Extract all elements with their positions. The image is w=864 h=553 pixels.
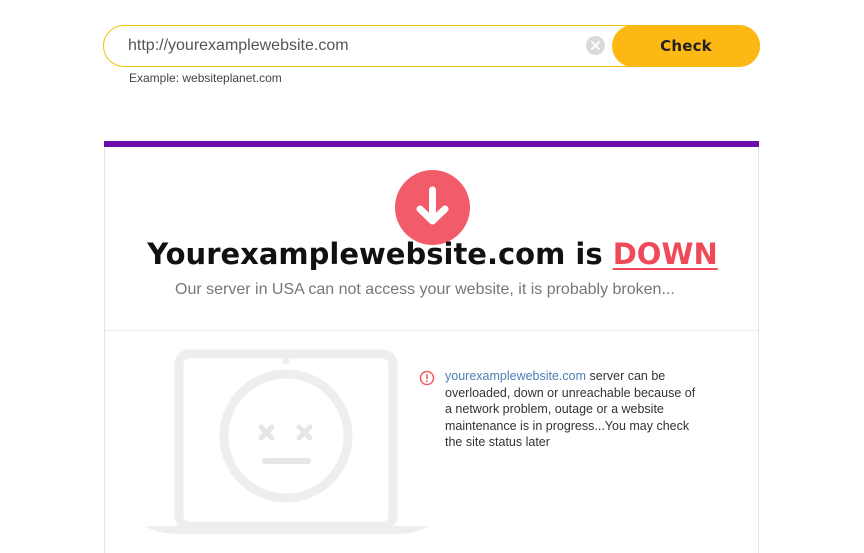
- arrow-down-icon: [416, 186, 449, 225]
- example-hint: Example: websiteplanet.com: [129, 71, 282, 85]
- status-subtitle: Our server in USA can not access your we…: [175, 281, 675, 298]
- check-button[interactable]: Check: [612, 25, 760, 67]
- close-icon: [591, 41, 600, 50]
- page: Check Example: websiteplanet.com Yourexa…: [0, 0, 864, 553]
- status-down-badge: [395, 170, 470, 245]
- result-card: Yourexamplewebsite.com is DOWN Our serve…: [104, 141, 759, 553]
- site-name: Yourexamplewebsite.com: [147, 237, 566, 271]
- info-message: yourexamplewebsite.com server can be ove…: [445, 368, 700, 451]
- warning-circle-icon: [419, 370, 435, 386]
- divider: [105, 330, 758, 331]
- url-input[interactable]: [128, 26, 578, 66]
- site-link[interactable]: yourexamplewebsite.com: [445, 369, 586, 383]
- card-top-bar: [104, 141, 759, 147]
- clear-input-button[interactable]: [586, 36, 605, 55]
- status-heading: Yourexamplewebsite.com is DOWN: [105, 237, 760, 271]
- status-is-text: is: [565, 237, 613, 271]
- status-word[interactable]: DOWN: [613, 237, 718, 271]
- url-search-bar: Check: [103, 25, 760, 67]
- laptop-sad-face-icon: [141, 348, 433, 543]
